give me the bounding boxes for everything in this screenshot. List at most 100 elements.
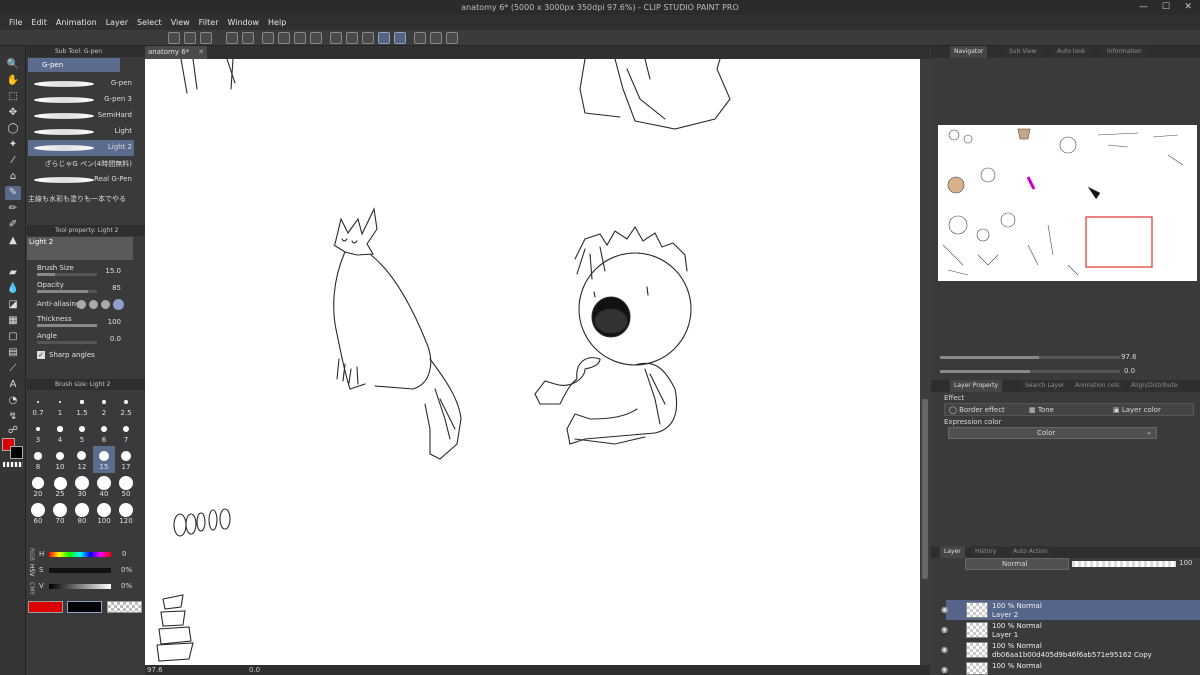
eye-icon[interactable]: ◉ xyxy=(941,645,948,654)
zoom-icon[interactable]: 🔍 xyxy=(5,58,21,72)
menu-filter[interactable]: Filter xyxy=(199,18,219,27)
ink-icon[interactable]: ⌂ xyxy=(5,170,21,184)
brush-size-60[interactable]: 60 xyxy=(27,500,49,527)
layer-row[interactable]: ◉ 100 % Normal db06aa1b00d405d9b46f6ab57… xyxy=(941,640,1200,660)
menu-animation[interactable]: Animation xyxy=(56,18,97,27)
layer-row[interactable]: ◉ 100 % Normal xyxy=(941,660,1200,675)
brush-size-0.7[interactable]: 0.7 xyxy=(27,392,49,419)
tab-hsv[interactable]: HSV xyxy=(28,564,35,576)
new-file-icon[interactable] xyxy=(168,32,180,44)
save-icon[interactable] xyxy=(200,32,212,44)
brush-size-120[interactable]: 120 xyxy=(115,500,137,527)
hand-icon[interactable]: ✋ xyxy=(5,74,21,88)
brush-size-8[interactable]: 8 xyxy=(27,446,49,473)
brush-size-1[interactable]: 1 xyxy=(49,392,71,419)
auto-select-icon[interactable]: ✦ xyxy=(5,138,21,152)
tab-history[interactable]: History xyxy=(971,546,1001,558)
blend-mode-select[interactable]: Normal xyxy=(965,558,1069,570)
redo-icon[interactable] xyxy=(242,32,254,44)
invert-selection-icon[interactable] xyxy=(346,32,358,44)
brush-size-30[interactable]: 30 xyxy=(71,473,93,500)
main-color-chip[interactable] xyxy=(28,601,63,613)
brush-size-2.5[interactable]: 2.5 xyxy=(115,392,137,419)
layer-opacity-value[interactable]: 100 xyxy=(1179,559,1192,567)
brush-size-12[interactable]: 12 xyxy=(71,446,93,473)
brush-size-15[interactable]: 15 xyxy=(93,446,115,473)
brush-icon[interactable]: ✐ xyxy=(5,218,21,232)
brush-item-selected[interactable]: Light 2 xyxy=(28,140,134,156)
prop-brush-size[interactable]: Brush Size 15.0 xyxy=(27,262,145,279)
snap-ruler-icon[interactable] xyxy=(378,32,390,44)
deselect-icon[interactable] xyxy=(330,32,342,44)
open-file-icon[interactable] xyxy=(184,32,196,44)
tab-layer-property[interactable]: Layer Property xyxy=(950,380,1003,392)
text-icon[interactable]: A xyxy=(5,378,21,392)
clear-icon[interactable] xyxy=(278,32,290,44)
menu-window[interactable]: Window xyxy=(227,18,259,27)
correct-line-icon[interactable]: ↯ xyxy=(5,410,21,424)
eye-icon[interactable]: ◉ xyxy=(941,605,948,614)
menu-view[interactable]: View xyxy=(171,18,190,27)
prop-anti-aliasing[interactable]: Anti-aliasing xyxy=(27,296,145,313)
menu-layer[interactable]: Layer xyxy=(106,18,128,27)
eyedropper-icon[interactable]: ⁄ xyxy=(5,154,21,168)
tab-rgb[interactable]: RGB xyxy=(28,548,35,561)
tone-button[interactable]: ▦ Tone xyxy=(1029,406,1054,414)
frame-icon[interactable]: ▤ xyxy=(5,346,21,360)
brush-item[interactable]: Light xyxy=(28,124,134,140)
brush-size-1.5[interactable]: 1.5 xyxy=(71,392,93,419)
layer-opacity-slider[interactable] xyxy=(1072,561,1176,567)
loading-icon[interactable] xyxy=(262,32,274,44)
brush-size-5[interactable]: 5 xyxy=(71,419,93,446)
brush-size-4[interactable]: 4 xyxy=(49,419,71,446)
undo-icon[interactable] xyxy=(226,32,238,44)
brush-size-80[interactable]: 80 xyxy=(71,500,93,527)
tab-search-layer[interactable]: Search Layer xyxy=(1021,380,1069,392)
eye-icon[interactable]: ◉ xyxy=(941,665,948,674)
eraser-icon[interactable]: ▰ xyxy=(5,266,21,280)
tab-animation-cels[interactable]: Animation cels xyxy=(1071,380,1124,392)
document-tab[interactable]: anatomy 6* ✕ xyxy=(145,46,207,59)
value-slider[interactable] xyxy=(49,584,111,589)
expression-color-select[interactable]: Color ⌄ xyxy=(948,427,1157,439)
tab-information[interactable]: Information xyxy=(1103,46,1146,58)
pen-icon[interactable]: ✎ xyxy=(5,186,21,200)
prop-opacity[interactable]: Opacity 85 xyxy=(27,279,145,296)
drawing-canvas[interactable] xyxy=(145,59,920,665)
tab-align-distribute[interactable]: Align/Distribute xyxy=(1127,380,1182,392)
prop-angle[interactable]: Angle 0.0 xyxy=(27,330,145,347)
canvas-scrollbar[interactable] xyxy=(920,59,930,665)
layer-color-button[interactable]: ▣ Layer color xyxy=(1113,406,1161,414)
gradient-icon[interactable]: ▦ xyxy=(5,314,21,328)
ruler-icon[interactable]: ⟋ xyxy=(5,362,21,376)
lasso-icon[interactable]: ◯ xyxy=(5,122,21,136)
brush-size-3[interactable]: 3 xyxy=(27,419,49,446)
close-button[interactable]: ✕ xyxy=(1184,2,1192,12)
brush-size-2[interactable]: 2 xyxy=(93,392,115,419)
fill-tool-icon[interactable]: ◪ xyxy=(5,298,21,312)
sub-color-chip[interactable] xyxy=(67,601,102,613)
hue-slider[interactable] xyxy=(49,552,111,557)
tab-navigator[interactable]: Navigator xyxy=(950,46,988,58)
transparent-color-swatch[interactable] xyxy=(3,462,23,467)
menu-edit[interactable]: Edit xyxy=(31,18,47,27)
tab-auto-action[interactable]: Auto Action xyxy=(1009,546,1052,558)
brush-size-7[interactable]: 7 xyxy=(115,419,137,446)
move-icon[interactable]: ✥ xyxy=(5,106,21,120)
brush-item[interactable]: 主線も水彩も塗りも一本でやる xyxy=(28,191,134,207)
selection-launcher-icon[interactable] xyxy=(362,32,374,44)
brush-size-10[interactable]: 10 xyxy=(49,446,71,473)
pose-icon[interactable]: ☍ xyxy=(5,424,21,438)
tab-cmy[interactable]: CMY xyxy=(28,582,35,595)
operation-icon[interactable]: ⬚ xyxy=(5,90,21,104)
brush-size-50[interactable]: 50 xyxy=(115,473,137,500)
help-icon[interactable] xyxy=(446,32,458,44)
airbrush-icon[interactable]: ▲ xyxy=(5,234,21,248)
brush-size-25[interactable]: 25 xyxy=(49,473,71,500)
menu-help[interactable]: Help xyxy=(268,18,286,27)
transform-icon[interactable] xyxy=(310,32,322,44)
brush-size-40[interactable]: 40 xyxy=(93,473,115,500)
balloon-icon[interactable]: ◔ xyxy=(5,394,21,408)
brush-item[interactable]: G-pen xyxy=(28,76,134,92)
tab-sub-view[interactable]: Sub View xyxy=(1005,46,1041,58)
